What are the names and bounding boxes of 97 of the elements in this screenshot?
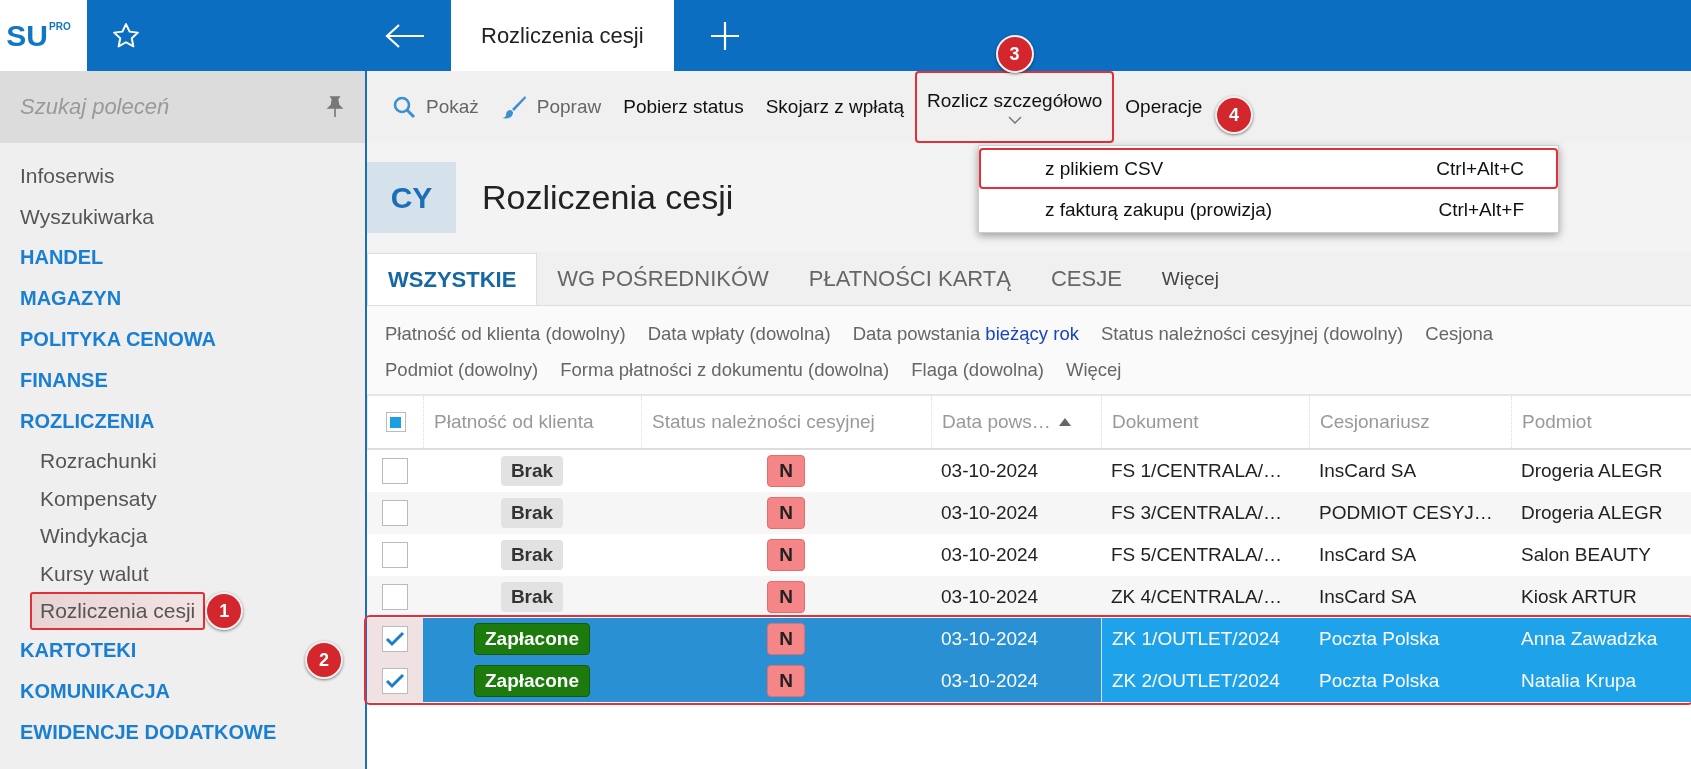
- filter-item[interactable]: Status należności cesyjnej (dowolny): [1100, 323, 1404, 345]
- column-header[interactable]: Status należności cesyjnej: [652, 411, 875, 433]
- tab[interactable]: WG POŚREDNIKÓW: [537, 253, 789, 305]
- dropdown-button[interactable]: Rozlicz szczegółowo: [915, 71, 1115, 143]
- search-icon: [392, 95, 416, 119]
- table-cell-text: Salon BEAUTY: [1520, 544, 1652, 566]
- table-cell: Poczta Polska: [1309, 618, 1511, 660]
- app-logo: SU$^{PRO}$: [6, 18, 72, 53]
- tab[interactable]: CESJE: [1030, 253, 1142, 305]
- filter-item[interactable]: Podmiot (dowolny): [385, 359, 539, 381]
- column-header[interactable]: Podmiot: [1522, 411, 1592, 433]
- checkbox[interactable]: [382, 458, 408, 484]
- column-header[interactable]: Płatność od klienta: [434, 411, 594, 433]
- checkbox[interactable]: [382, 584, 408, 610]
- table-cell-text: 03-10-2024: [940, 670, 1040, 692]
- filter-item[interactable]: Flaga (dowolna): [911, 359, 1044, 381]
- table-cell-text: FS 1/CENTRALA/…: [1110, 460, 1284, 482]
- sidebar-item[interactable]: Kompensaty: [0, 479, 157, 517]
- table-cell: Anna Zawadzka: [1511, 618, 1691, 660]
- column-header[interactable]: Dokument: [1112, 411, 1199, 433]
- status-badge: Brak: [500, 498, 564, 528]
- table-cell-text: 03-10-2024: [940, 628, 1040, 650]
- sidebar-item[interactable]: KOMUNIKACJA: [0, 671, 170, 712]
- table-cell-text: PODMIOT CESYJ…: [1318, 502, 1494, 524]
- table-cell-text: Drogeria ALEGR: [1520, 460, 1664, 482]
- filter-item[interactable]: Więcej: [1065, 359, 1122, 381]
- table-cell-text: InsCard SA: [1318, 544, 1418, 566]
- toolbar-button[interactable]: Skojarz z wpłatą: [754, 71, 915, 143]
- status-badge: N: [767, 581, 805, 613]
- page-title: Rozliczenia cesji: [482, 178, 734, 217]
- table-cell-text: FS 3/CENTRALA/…: [1110, 502, 1284, 524]
- sidebar-item[interactable]: Rozliczenia cesji: [30, 592, 206, 630]
- sidebar-item[interactable]: KARTOTEKI: [0, 630, 137, 671]
- table-cell-text: ZK 4/CENTRALA/…: [1110, 586, 1284, 608]
- column-header[interactable]: Cesjonariusz: [1320, 411, 1430, 433]
- more-tabs-link[interactable]: Więcej: [1141, 253, 1239, 305]
- back-arrow-icon[interactable]: [385, 22, 425, 49]
- table-cell-text: 03-10-2024: [940, 502, 1040, 524]
- checkmark-icon: [385, 631, 405, 647]
- status-badge: N: [767, 623, 805, 655]
- column-header[interactable]: Data pows…: [942, 411, 1051, 433]
- sidebar-item[interactable]: Windykacja: [0, 517, 148, 555]
- sidebar-item[interactable]: POLITYKA CENOWA: [0, 319, 216, 360]
- table-cell-text: Kiosk ARTUR: [1520, 586, 1638, 608]
- table-cell-text: 03-10-2024: [940, 544, 1040, 566]
- sort-arrow-icon[interactable]: [1058, 418, 1071, 426]
- status-badge: Zapłacone: [474, 623, 590, 655]
- sidebar-item[interactable]: EWIDENCJE DODATKOWE: [0, 712, 277, 753]
- status-badge: N: [767, 539, 805, 571]
- table-cell-text: InsCard SA: [1318, 586, 1418, 608]
- table-cell-text: FS 5/CENTRALA/…: [1110, 544, 1284, 566]
- table-cell-text: 03-10-2024: [940, 586, 1040, 608]
- plus-icon[interactable]: [709, 20, 740, 51]
- table-cell-text: InsCard SA: [1318, 460, 1418, 482]
- sidebar-item[interactable]: Kursy walut: [0, 554, 149, 592]
- sidebar-item[interactable]: HANDEL: [0, 237, 104, 278]
- module-code: CY: [367, 162, 456, 233]
- filter-item[interactable]: Data wpłaty (dowolna): [647, 323, 831, 345]
- status-badge: Brak: [500, 456, 564, 486]
- menu-item[interactable]: z fakturą zakupu (prowizja) Ctrl+Alt+F: [979, 189, 1558, 230]
- menu-item[interactable]: z plikiem CSV Ctrl+Alt+C: [979, 148, 1558, 189]
- table-cell-text: 03-10-2024: [940, 460, 1040, 482]
- checkmark-icon: [385, 673, 405, 689]
- filter-item[interactable]: Forma płatności z dokumentu (dowolna): [560, 359, 890, 381]
- annotation-badge: 1: [205, 592, 244, 630]
- status-badge: Brak: [500, 582, 564, 612]
- tab[interactable]: Rozliczenia cesji: [451, 0, 674, 71]
- sidebar-item[interactable]: Wyszukiwarka: [0, 196, 154, 237]
- pin-icon[interactable]: [325, 96, 345, 118]
- tab[interactable]: PŁATNOŚCI KARTĄ: [788, 253, 1031, 305]
- filter-item[interactable]: Data powstania bieżący rok: [852, 323, 1079, 345]
- status-badge: Brak: [500, 540, 564, 570]
- table-cell: ZK 2/OUTLET/2024: [1101, 660, 1309, 702]
- filter-item[interactable]: Cesjona: [1425, 323, 1494, 345]
- status-badge: N: [767, 455, 805, 487]
- tab[interactable]: WSZYSTKIE: [367, 253, 538, 305]
- filter-item[interactable]: Płatność od klienta (dowolny): [385, 323, 626, 345]
- toolbar-button[interactable]: Operacje: [1114, 71, 1214, 143]
- sidebar-item[interactable]: Rozrachunki: [0, 442, 157, 480]
- status-badge: N: [767, 665, 805, 697]
- status-badge: N: [767, 497, 805, 529]
- checkbox[interactable]: [385, 412, 406, 432]
- status-badge: Zapłacone: [474, 665, 590, 697]
- table-cell: Natalia Krupa: [1511, 660, 1691, 702]
- checkbox[interactable]: [382, 668, 408, 694]
- checkbox[interactable]: [382, 500, 408, 526]
- checkbox[interactable]: [382, 542, 408, 568]
- table-cell: ZK 1/OUTLET/2024: [1101, 618, 1309, 660]
- sidebar-item[interactable]: FINANSE: [0, 360, 108, 401]
- sidebar-item[interactable]: Infoserwis: [0, 155, 115, 196]
- checkbox[interactable]: [382, 626, 408, 652]
- table-cell-text: Drogeria ALEGR: [1520, 502, 1664, 524]
- toolbar-button[interactable]: Pobierz status: [612, 71, 755, 143]
- sidebar-item[interactable]: ROZLICZENIA: [0, 401, 155, 442]
- sidebar-item[interactable]: MAGAZYN: [0, 278, 122, 319]
- table-cell: Poczta Polska: [1309, 660, 1511, 702]
- caret-icon: [1007, 116, 1022, 124]
